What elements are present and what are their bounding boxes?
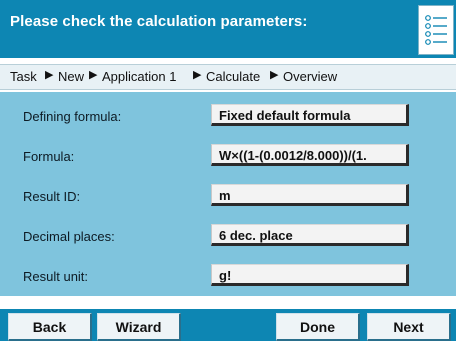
formula-label: Formula: <box>23 149 75 164</box>
next-button[interactable]: Next <box>367 313 451 341</box>
breadcrumb-item-calculate: Calculate <box>206 69 261 84</box>
triangle-right-icon: ▶ <box>193 69 202 81</box>
footer-bar: Back Wizard Done Next <box>0 309 456 341</box>
done-button-label: Done <box>300 319 335 335</box>
result-unit-field[interactable]: g! <box>211 264 409 286</box>
breadcrumb-item-application: Application 1 <box>102 69 177 84</box>
result-id-field[interactable]: m <box>211 184 409 206</box>
breadcrumb-item-task: Task <box>10 69 37 84</box>
defining-formula-value: Fixed default formula <box>219 108 351 123</box>
list-button[interactable] <box>418 5 454 55</box>
breadcrumb-item-overview: Overview <box>283 69 338 84</box>
decimal-places-label: Decimal places: <box>23 229 115 244</box>
result-id-value: m <box>219 188 231 203</box>
triangle-right-icon: ▶ <box>270 69 279 81</box>
decimal-places-field[interactable]: 6 dec. place <box>211 224 409 246</box>
done-button[interactable]: Done <box>276 313 360 341</box>
list-icon <box>425 15 447 45</box>
result-unit-label: Result unit: <box>23 269 89 284</box>
decimal-places-value: 6 dec. place <box>219 228 293 243</box>
breadcrumb: Task ▶ New ▶ Application 1 ▶ Calculate ▶… <box>0 64 456 90</box>
wizard-button-label: Wizard <box>115 319 162 335</box>
back-button-label: Back <box>32 319 67 335</box>
calculation-overview-screen: Please check the calculation parameters:… <box>0 0 456 341</box>
wizard-button[interactable]: Wizard <box>97 313 181 341</box>
header-bar: Please check the calculation parameters: <box>0 0 456 58</box>
next-button-label: Next <box>393 319 424 335</box>
parameters-panel: Defining formula: Fixed default formula … <box>0 92 456 296</box>
triangle-right-icon: ▶ <box>45 69 54 81</box>
result-id-label: Result ID: <box>23 189 81 204</box>
formula-value: W×((1-(0.0012/8.000))/(1. <box>219 148 367 163</box>
defining-formula-label: Defining formula: <box>23 109 122 124</box>
page-title: Please check the calculation parameters: <box>10 13 308 30</box>
triangle-right-icon: ▶ <box>89 69 98 81</box>
back-button[interactable]: Back <box>8 313 92 341</box>
defining-formula-field[interactable]: Fixed default formula <box>211 104 409 126</box>
result-unit-value: g! <box>219 268 232 283</box>
formula-field[interactable]: W×((1-(0.0012/8.000))/(1. <box>211 144 409 166</box>
breadcrumb-item-new: New <box>58 69 85 84</box>
